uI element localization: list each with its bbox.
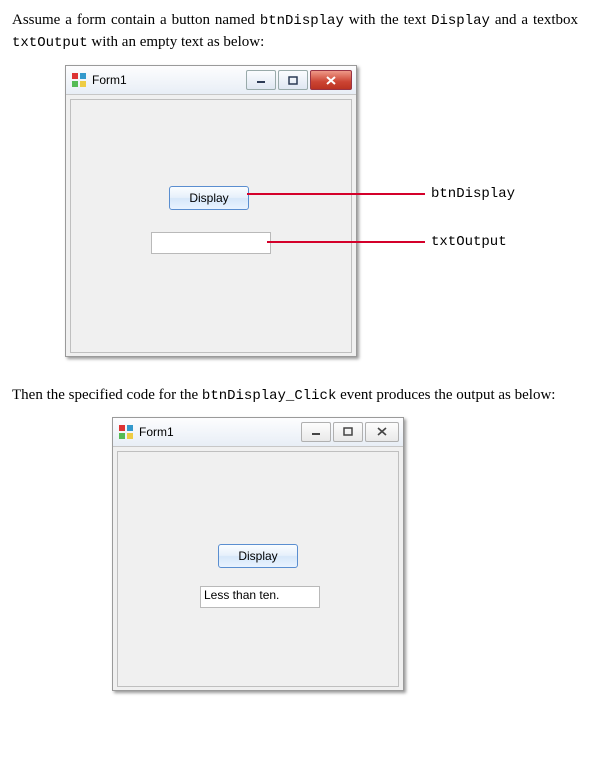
client-area: Display [70,99,352,353]
window-buttons [246,70,352,90]
maximize-button[interactable] [333,422,363,442]
window-title: Form1 [139,425,174,439]
intro-text: with an empty text as below: [88,34,265,50]
code-Display: Display [431,13,490,29]
window-buttons [301,422,399,442]
display-button[interactable]: Display [169,186,249,210]
minimize-button[interactable] [301,422,331,442]
close-button[interactable] [310,70,352,90]
annotation-label-txt: txtOutput [431,234,507,250]
annotation-line-btn [247,193,425,195]
intro-text: with the text [344,12,431,28]
titlebar[interactable]: Form1 [66,66,356,95]
figure-1: Form1 Display btnDisplay txtOutput [25,65,565,365]
window-form1-after: Form1 Display Less than ten. [112,417,404,691]
window-form1-before: Form1 Display [65,65,357,357]
mid-text: event produces the output as below: [336,387,555,403]
output-textbox[interactable]: Less than ten. [200,586,320,608]
intro-text: and a textbox [490,12,578,28]
app-icon [119,425,133,439]
annotation-label-btn: btnDisplay [431,186,515,202]
titlebar[interactable]: Form1 [113,418,403,447]
figure-2: Form1 Display Less than ten. [112,417,462,697]
code-txtOutput: txtOutput [12,35,88,51]
mid-text: Then the specified code for the [12,387,202,403]
minimize-button[interactable] [246,70,276,90]
intro-paragraph: Assume a form contain a button named btn… [12,10,578,53]
window-title: Form1 [92,73,127,87]
display-button[interactable]: Display [218,544,298,568]
annotation-line-txt [267,241,425,243]
client-area: Display Less than ten. [117,451,399,687]
code-btnDisplay: btnDisplay [260,13,344,29]
output-textbox[interactable] [151,232,271,254]
code-btnDisplay_Click: btnDisplay_Click [202,388,336,404]
close-button[interactable] [365,422,399,442]
intro-text: Assume a form contain a button named [12,12,260,28]
maximize-button[interactable] [278,70,308,90]
app-icon [72,73,86,87]
mid-paragraph: Then the specified code for the btnDispl… [12,385,578,407]
